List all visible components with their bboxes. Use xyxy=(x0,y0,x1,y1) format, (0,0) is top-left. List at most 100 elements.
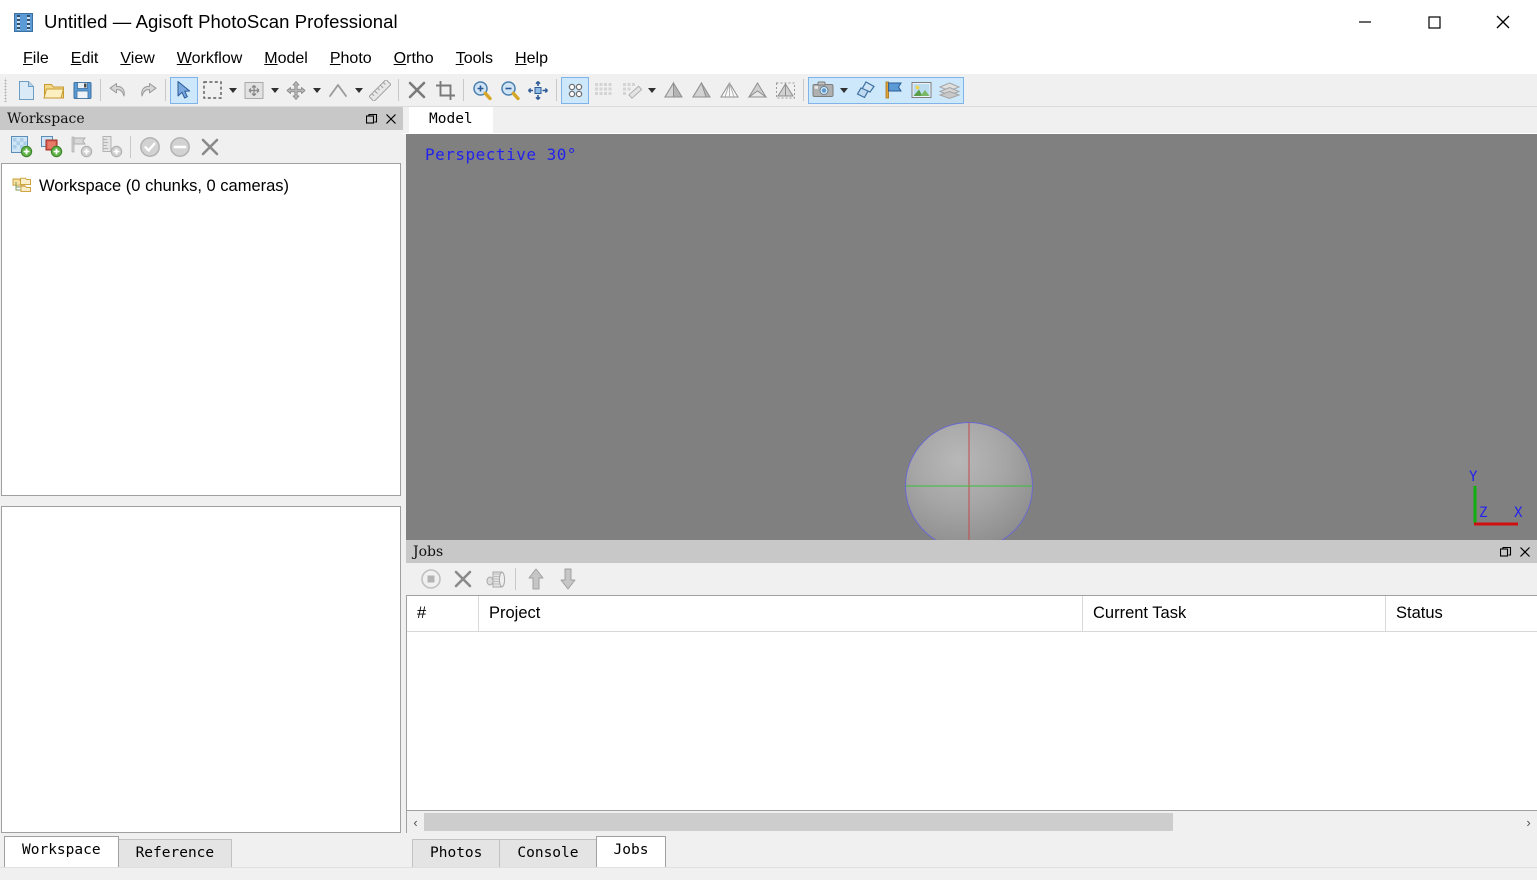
remove-job-icon[interactable] xyxy=(447,565,479,593)
move-region-icon[interactable] xyxy=(282,77,310,104)
wireframe-mesh-icon[interactable] xyxy=(715,77,743,104)
workspace-toolbar xyxy=(0,130,403,163)
menu-help[interactable]: Help xyxy=(504,48,559,70)
scrollbar-thumb[interactable] xyxy=(424,813,1173,831)
rotate-region-dropdown-icon[interactable] xyxy=(352,77,366,104)
jobs-float-icon[interactable] xyxy=(1497,543,1514,561)
model-tab-bar: Model xyxy=(403,107,1537,134)
ruler-icon[interactable] xyxy=(366,77,394,104)
left-panel-splitter[interactable] xyxy=(0,496,403,506)
zoom-in-icon[interactable] xyxy=(468,77,496,104)
menu-workflow[interactable]: Workflow xyxy=(166,48,254,70)
tab-photos[interactable]: Photos xyxy=(412,839,501,867)
reset-view-icon[interactable] xyxy=(524,77,552,104)
jobs-table-body[interactable] xyxy=(407,632,1537,810)
stop-job-icon[interactable] xyxy=(415,565,447,593)
show-cameras-dropdown-icon[interactable] xyxy=(837,77,851,104)
show-images-icon[interactable] xyxy=(907,77,935,104)
jobs-table[interactable]: # Project Current Task Status xyxy=(406,595,1537,811)
crop-icon[interactable] xyxy=(431,77,459,104)
add-markers-icon[interactable] xyxy=(66,133,96,161)
axis-gizmo[interactable]: Y Z X xyxy=(1466,458,1528,530)
new-document-icon[interactable] xyxy=(12,77,40,104)
menu-edit[interactable]: Edit xyxy=(60,48,110,70)
workspace-toolbar-separator xyxy=(130,135,131,158)
zoom-out-icon[interactable] xyxy=(496,77,524,104)
scroll-left-icon[interactable]: ‹ xyxy=(407,811,424,833)
rectangle-select-dropdown-icon[interactable] xyxy=(226,77,240,104)
toolbar-separator xyxy=(100,79,101,101)
confidence-mesh-icon[interactable] xyxy=(771,77,799,104)
remove-icon[interactable] xyxy=(195,133,225,161)
tab-workspace[interactable]: Workspace xyxy=(4,836,119,867)
delete-x-icon[interactable] xyxy=(403,77,431,104)
title-bar: Untitled — Agisoft PhotoScan Professiona… xyxy=(0,0,1537,44)
jobs-horizontal-scrollbar[interactable]: ‹ › xyxy=(406,811,1537,833)
move-up-icon[interactable] xyxy=(520,565,552,593)
menu-model[interactable]: Model xyxy=(253,48,319,70)
move-down-icon[interactable] xyxy=(552,565,584,593)
show-markers-icon[interactable] xyxy=(879,77,907,104)
open-folder-icon[interactable] xyxy=(40,77,68,104)
workspace-tree[interactable]: Workspace (0 chunks, 0 cameras) xyxy=(1,163,401,496)
move-object-icon[interactable] xyxy=(240,77,268,104)
save-disk-icon[interactable] xyxy=(68,77,96,104)
tab-reference[interactable]: Reference xyxy=(117,839,233,867)
dense-cloud-classes-icon[interactable] xyxy=(617,77,645,104)
jobs-close-icon[interactable] xyxy=(1516,543,1533,561)
menu-tools-rest: ools xyxy=(463,50,494,67)
tab-model[interactable]: Model xyxy=(409,107,493,133)
menu-view[interactable]: View xyxy=(109,48,165,70)
add-scalebar-icon[interactable] xyxy=(96,133,126,161)
show-shapes-icon[interactable] xyxy=(851,77,879,104)
redo-icon[interactable] xyxy=(133,77,161,104)
jobs-dock: Jobs # Project Current Task Status ‹ › P… xyxy=(406,540,1537,867)
model-sphere[interactable] xyxy=(905,422,1033,540)
toolbar-grip[interactable] xyxy=(2,78,9,102)
move-object-dropdown-icon[interactable] xyxy=(268,77,282,104)
disable-icon[interactable] xyxy=(165,133,195,161)
column-header-current-task[interactable]: Current Task xyxy=(1083,596,1386,631)
column-header-number[interactable]: # xyxy=(407,596,479,631)
workspace-panel-title: Workspace xyxy=(7,110,85,127)
shaded-mesh-icon[interactable] xyxy=(659,77,687,104)
solid-mesh-icon[interactable] xyxy=(687,77,715,104)
minimize-button[interactable] xyxy=(1330,0,1399,44)
tree-item-workspace[interactable]: Workspace (0 chunks, 0 cameras) xyxy=(2,173,400,199)
undo-icon[interactable] xyxy=(105,77,133,104)
menu-tools[interactable]: Tools xyxy=(445,48,504,70)
workspace-float-icon[interactable] xyxy=(363,110,380,128)
batch-process-icon[interactable] xyxy=(479,565,511,593)
rotate-region-icon[interactable] xyxy=(324,77,352,104)
rectangle-select-icon[interactable] xyxy=(198,77,226,104)
add-photos-icon[interactable] xyxy=(36,133,66,161)
add-chunk-icon[interactable] xyxy=(6,133,36,161)
toolbar-separator xyxy=(463,79,464,101)
scrollbar-track[interactable] xyxy=(424,811,1520,833)
column-header-status[interactable]: Status xyxy=(1386,596,1537,631)
workspace-close-icon[interactable] xyxy=(382,110,399,128)
sphere-vertical-axis xyxy=(968,423,970,540)
close-button[interactable] xyxy=(1468,0,1537,44)
left-dock: Workspace Workspace (0 chunks, 0 cameras… xyxy=(0,107,403,867)
left-lower-panel[interactable] xyxy=(1,506,401,833)
column-header-project[interactable]: Project xyxy=(479,596,1083,631)
menu-ortho[interactable]: Ortho xyxy=(383,48,445,70)
sphere-horizontal-axis xyxy=(906,485,1032,487)
show-cameras-icon[interactable] xyxy=(809,77,837,104)
menu-photo[interactable]: Photo xyxy=(319,48,383,70)
textured-mesh-icon[interactable] xyxy=(743,77,771,104)
move-region-dropdown-icon[interactable] xyxy=(310,77,324,104)
dense-cloud-icon[interactable] xyxy=(589,77,617,104)
arrow-cursor-icon[interactable] xyxy=(170,76,198,104)
menu-file[interactable]: File xyxy=(12,48,60,70)
maximize-button[interactable] xyxy=(1399,0,1468,44)
point-cloud-icon[interactable] xyxy=(561,76,589,104)
model-viewport[interactable]: Perspective 30° Y Z X xyxy=(406,134,1537,540)
tab-console[interactable]: Console xyxy=(499,839,597,867)
enable-icon[interactable] xyxy=(135,133,165,161)
show-tiled-model-icon[interactable] xyxy=(935,77,963,104)
dense-cloud-dropdown-icon[interactable] xyxy=(645,77,659,104)
tab-jobs[interactable]: Jobs xyxy=(595,836,667,867)
scroll-right-icon[interactable]: › xyxy=(1520,811,1537,833)
